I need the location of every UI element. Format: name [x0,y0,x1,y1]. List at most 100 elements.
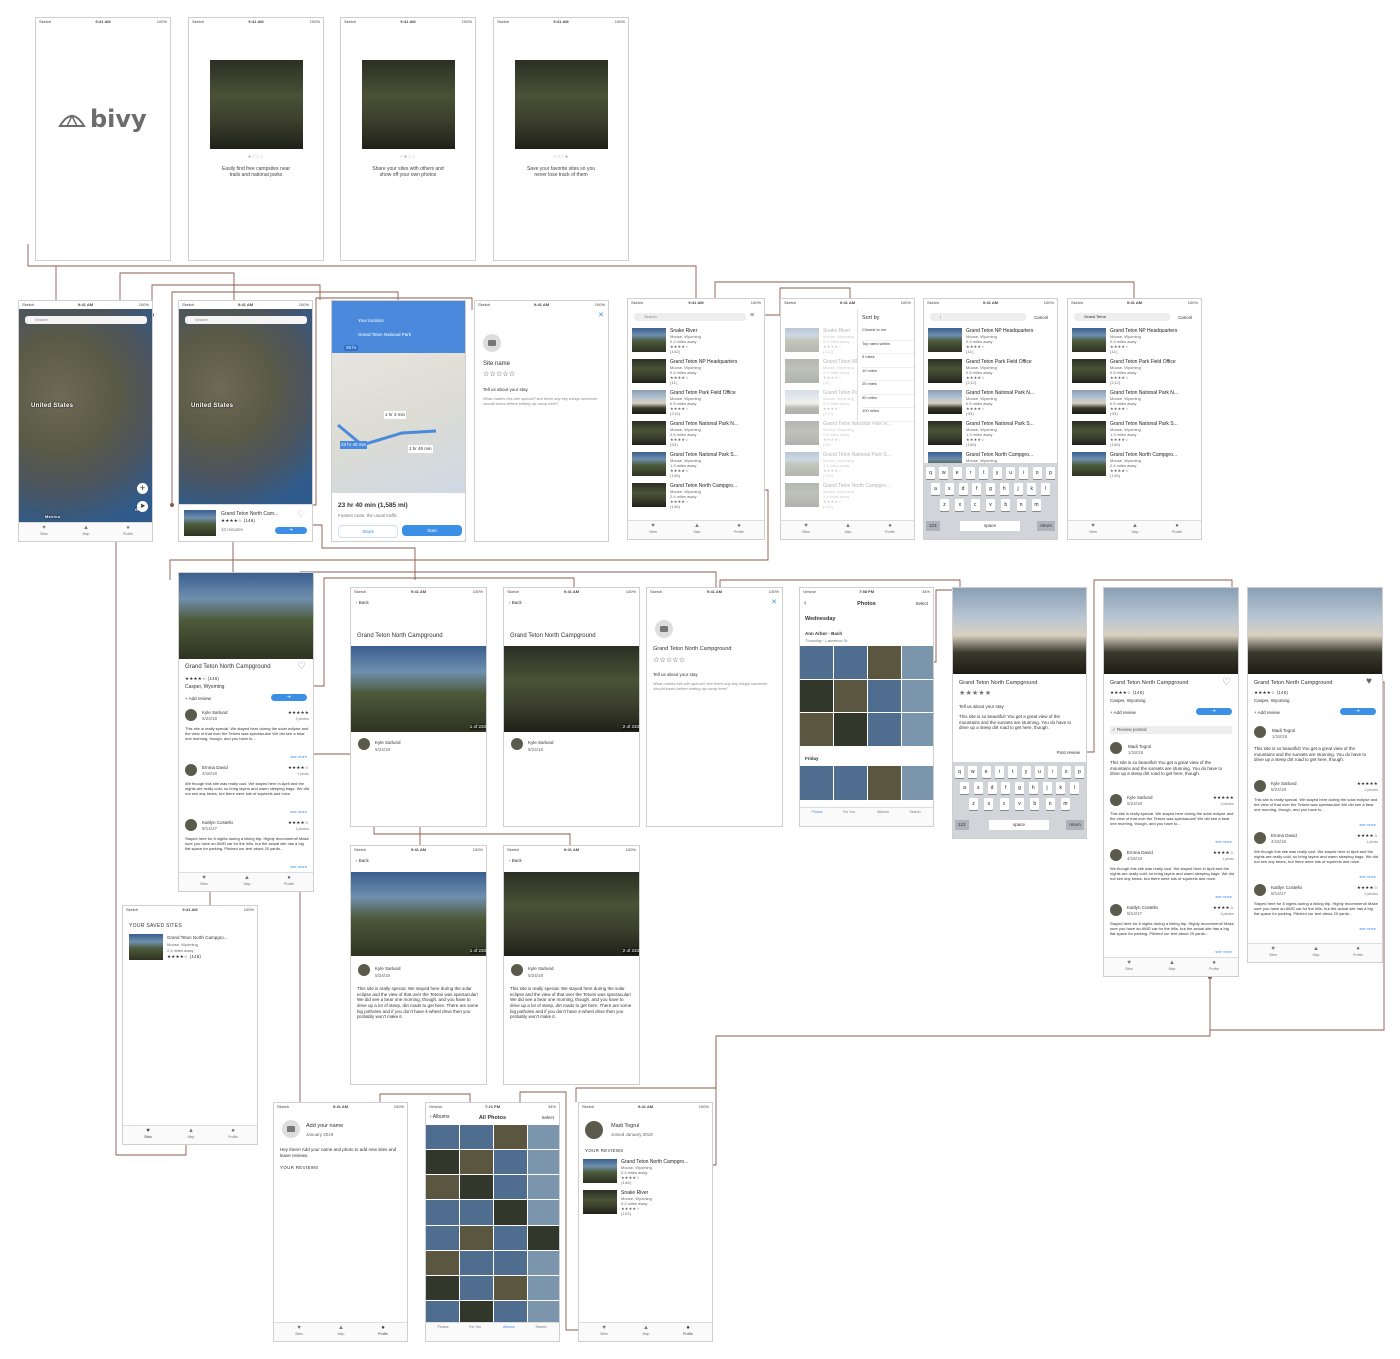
saved-site-detail-screen[interactable]: Grand Teton North Campground ♥ ★★★★☆ (14… [1247,587,1383,963]
key-d[interactable]: d [958,483,968,495]
search-input[interactable]: Grand Teton [1074,313,1170,321]
tab-map[interactable]: ▲ Map [71,525,101,536]
review-item[interactable]: Kyle Sarlund 5/24/18 ★★★★★ 2 photos This sit… [1254,780,1378,830]
key-v[interactable]: v [985,499,995,511]
tab-sites[interactable]: ♥ Sites [638,523,668,534]
key-r[interactable]: r [994,766,1004,778]
key-l[interactable]: l [1070,782,1079,794]
key-l[interactable]: l [1041,483,1050,495]
key-x[interactable]: x [984,798,994,810]
avatar[interactable] [585,1121,603,1139]
select-button[interactable]: Select [541,1115,554,1121]
list-item[interactable]: Grand Teton National Park N... Moose, Wyo… [632,419,762,447]
cancel-button[interactable]: Cancel [1034,315,1048,321]
onboarding-screen-2[interactable]: Sketch 9:41 AM 100% ○●○○ Share your sites … [340,17,476,261]
key-w[interactable]: w [939,467,949,479]
list-item[interactable]: Snake River Moose, Wyoming 0.2 miles away ★… [632,326,762,354]
tab-sites[interactable]: ♥ Sites [1078,523,1108,534]
add-review-link[interactable]: + Add review [1254,710,1280,716]
route-main-time[interactable]: 23 hr 40 min [340,441,368,449]
route-alt-time-2[interactable]: 1 hr 48 min [408,445,433,453]
key-y[interactable]: y [992,467,1002,479]
search-results-screen[interactable]: Sketch 9:41 AM 100% Grand Teton Cancel Gra… [1067,298,1202,540]
keyboard[interactable]: qwertyuiop asdfghjkl zxcvbnm 123 space r… [953,762,1086,838]
list-item[interactable]: Grand Teton National Park S... Moose, Wyo… [1072,419,1199,447]
profile-screen[interactable]: Sketch 9:41 AM 100% Madi Togrul Joined Jan… [578,1102,713,1342]
list-item[interactable]: Grand Teton National Park S... Moose, Wyo… [632,450,762,478]
route-map[interactable]: 1 hr 3 min 1 hr 48 min 23 hr 40 min [332,353,465,493]
review-photo[interactable]: 2 of 233 [504,646,639,732]
rating-input[interactable]: ★★★★★ [959,690,991,699]
tab-profile[interactable]: ● Profile [1162,523,1192,534]
key-c[interactable]: c [999,798,1009,810]
list-item[interactable]: Grand Teton National Park S... Moose, Wyo… [928,419,1055,447]
tab-sites[interactable]: ♥ Sites [791,523,821,534]
favorite-heart-filled-icon[interactable]: ♥ [1366,676,1372,689]
key-p[interactable]: p [1045,467,1055,479]
key-a[interactable]: a [931,483,940,495]
numbers-key[interactable]: 123 [926,521,940,531]
add-review-screen[interactable]: Sketch 9:41 AM 100% ✕ Grand Teton North Ca… [646,587,783,827]
key-b[interactable]: b [1001,499,1011,511]
key-g[interactable]: g [1015,782,1024,794]
tab-map[interactable]: ▲ Map [232,875,262,886]
key-g[interactable]: g [986,483,995,495]
photo-grid[interactable] [800,766,933,800]
space-key[interactable]: space [960,521,1020,531]
tab-map[interactable]: ▲ Map [176,1128,206,1139]
key-f[interactable]: f [972,483,982,495]
tab-albums[interactable]: Albums [868,810,898,814]
tab-sites[interactable]: ♥ Sites [189,875,219,886]
list-item[interactable]: Grand Teton National Park N... Moose, Wyo… [785,419,912,447]
key-a[interactable]: a [960,782,969,794]
tab-sites[interactable]: ♥ Sites [589,1325,619,1336]
list-item[interactable]: Grand Teton NP HeadquartersMoose, Wyomin… [632,357,762,385]
photo-grid[interactable] [426,1125,559,1325]
add-review-link[interactable]: + Add review [185,696,211,702]
review-photo[interactable]: 1 of 233 [351,872,486,956]
see-more-link[interactable]: see more [1359,822,1376,827]
key-p[interactable]: p [1074,766,1084,778]
key-f[interactable]: f [1001,782,1011,794]
see-more-link[interactable]: see more [1215,839,1232,844]
sort-option[interactable]: Top rated within [862,341,914,354]
search-input[interactable]: Search [634,313,746,321]
stay-field-label[interactable]: Tell us about your stay [653,672,698,678]
list-item[interactable]: Grand Teton Park Field Office Moose, Wyom… [928,357,1055,385]
review-item[interactable]: Kaitlyn Costello 9/14/17 ★★★★☆ 4 photos Stay… [185,819,309,872]
key-u[interactable]: u [1034,766,1044,778]
list-item[interactable]: Grand Teton National Park S... Moose, Wyo… [785,450,912,478]
sort-option[interactable]: 50 miles [862,395,914,408]
directions-button[interactable]: ➜ [1196,708,1232,715]
photo-viewer-screen-2[interactable]: Sketch 9:41 AM 100% ‹ Back Grand Teton Nor… [503,587,640,827]
empty-profile-screen[interactable]: Sketch 9:41 AM 100% Add your name January … [273,1102,408,1342]
all-photos-picker-screen[interactable]: Verizon 7:21 PM 34% ‹ Albums All Photos Se… [425,1102,560,1342]
keyboard[interactable]: qwertyuiop asdfghjkl zxcvbnm 123 space r… [924,463,1057,539]
camera-icon[interactable] [655,620,673,638]
back-button[interactable]: ‹ Back [356,858,369,864]
sort-option[interactable]: 25 miles [862,381,914,395]
site-hero-photo[interactable] [1104,588,1238,674]
tab-profile[interactable]: ● Profile [274,875,304,886]
review-posted-screen[interactable]: Grand Teton North Campground ♡ ★★★★☆ (14… [1103,587,1239,977]
key-t[interactable]: t [979,467,989,479]
key-q[interactable]: q [955,766,964,778]
list-item[interactable]: Grand Teton North Campgro... Moose, Wyomi… [583,1157,710,1185]
sort-panel[interactable]: Sort by Closest to me Top rated within 5 m… [857,309,914,422]
key-m[interactable]: m [1031,499,1041,511]
back-button[interactable]: ‹ Back [356,600,369,606]
key-v[interactable]: v [1014,798,1024,810]
search-input[interactable]: Search [185,316,307,324]
cancel-button[interactable]: Cancel [1178,315,1192,321]
see-more-link[interactable]: see more [290,809,307,814]
see-more-link[interactable]: see more [290,754,307,759]
key-e[interactable]: e [981,766,991,778]
tab-photos[interactable]: Photos [802,810,832,814]
tab-map[interactable]: ▲ Map [682,523,712,534]
tab-map[interactable]: ▲ Map [833,523,863,534]
filter-icon[interactable]: ≡ [750,312,754,321]
key-e[interactable]: e [952,467,962,479]
rating-input[interactable]: ☆☆☆☆☆ [653,657,685,666]
review-item[interactable]: Kyle Sarlund 5/24/18 ★★★★★ 2 photos This sit… [185,709,309,762]
list-item[interactable]: Grand Teton North Campgro... Moose, Wyomi… [1072,450,1199,478]
